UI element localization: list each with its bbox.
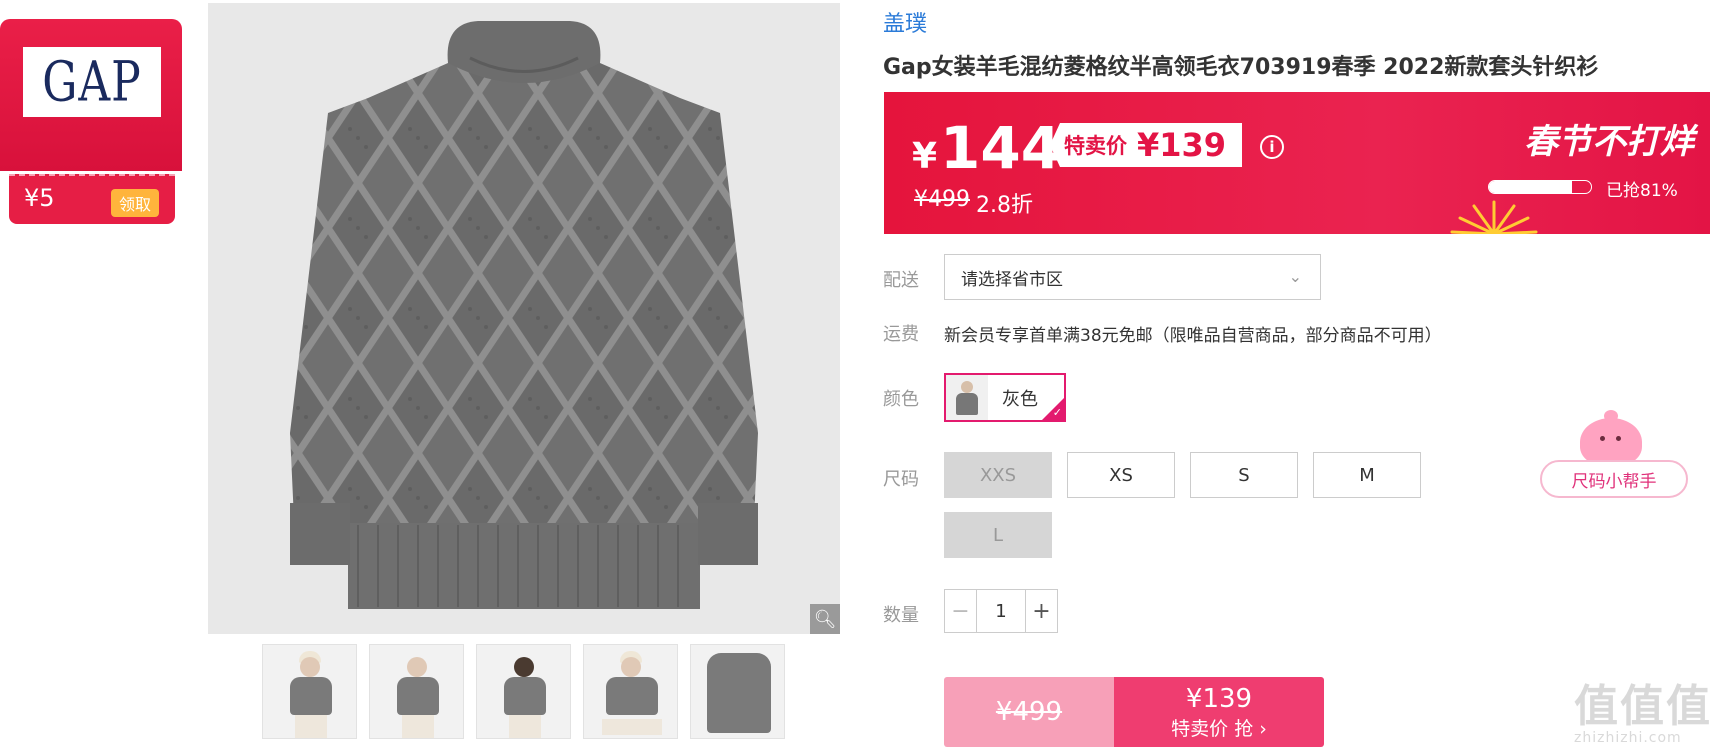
increase-quantity-button[interactable]: + (1025, 590, 1057, 632)
size-option-xxs[interactable]: XXS (944, 452, 1052, 498)
main-product-image[interactable]: 🔍︎ (208, 3, 840, 634)
buy-label: 特卖价 抢 › (1171, 717, 1267, 740)
special-price-value: ¥139 (1137, 126, 1227, 164)
decrease-quantity-button[interactable]: − (945, 590, 977, 632)
product-title: Gap女装羊毛混纺菱格纹半高领毛衣703919春季 2022新款套头针织衫 (883, 55, 1599, 80)
promo-title: 春节不打烊 (1524, 122, 1694, 162)
currency-symbol: ¥ (912, 136, 938, 177)
sold-percent-label: 已抢81% (1606, 181, 1678, 201)
zoom-icon[interactable]: 🔍︎ (810, 604, 840, 634)
special-price-tag: 特卖价 ¥139 (1050, 123, 1242, 167)
size-option-l[interactable]: L (944, 512, 1052, 558)
coupon-card[interactable]: GAP ¥5 领取 (0, 19, 182, 227)
thumbnail-2[interactable] (369, 644, 464, 739)
watermark-logo: 值值值 (1574, 681, 1712, 732)
shipping-info: 新会员专享首单满38元免邮（限唯品自营商品，部分商品不可用） (944, 326, 1442, 346)
coupon-footer: ¥5 领取 (9, 174, 175, 224)
mascot-icon (1580, 410, 1642, 466)
thumbnail-5[interactable] (690, 644, 785, 739)
thumbnail-1[interactable] (262, 644, 357, 739)
size-option-m[interactable]: M (1313, 452, 1421, 498)
sold-progress-fill (1489, 181, 1572, 193)
color-thumbnail (946, 375, 988, 420)
discount-label: 2.8折 (976, 193, 1033, 218)
coupon-header: GAP (0, 19, 182, 171)
color-label: 颜色 (883, 389, 919, 410)
region-select-value: 请选择省市区 (961, 269, 1063, 290)
watermark: 值值值 zhizhizhi.com (1574, 670, 1712, 746)
size-helper[interactable]: 尺码小帮手 (1540, 410, 1688, 500)
original-price: ¥499 (914, 187, 970, 212)
buy-now-action[interactable]: ¥139 特卖价 抢 › (1114, 677, 1324, 747)
thumbnail-3[interactable] (476, 644, 571, 739)
special-price-label: 特卖价 (1064, 134, 1127, 158)
quantity-stepper: − 1 + (944, 589, 1058, 633)
size-helper-button[interactable]: 尺码小帮手 (1540, 460, 1688, 498)
current-price: 144 (940, 114, 1062, 182)
sold-progress-bar (1488, 180, 1592, 194)
buy-button[interactable]: ¥499 ¥139 特卖价 抢 › (944, 677, 1324, 747)
shipping-label: 运费 (883, 324, 919, 345)
size-label: 尺码 (883, 469, 919, 490)
quantity-value[interactable]: 1 (977, 590, 1025, 632)
check-icon: ✓ (1052, 406, 1062, 419)
color-option-gray[interactable]: 灰色 ✓ (944, 373, 1066, 422)
thumbnail-4[interactable] (583, 644, 678, 739)
size-option-s[interactable]: S (1190, 452, 1298, 498)
buy-price: ¥139 (1185, 683, 1253, 714)
region-select[interactable]: 请选择省市区 ⌄ (944, 254, 1321, 300)
sweater-image (290, 21, 758, 609)
claim-coupon-button[interactable]: 领取 (110, 189, 159, 217)
quantity-label: 数量 (883, 605, 919, 626)
brand-logo: GAP (23, 47, 161, 117)
chevron-down-icon: ⌄ (1288, 267, 1302, 286)
brand-link[interactable]: 盖璞 (883, 6, 927, 38)
thumbnail-strip (262, 644, 785, 739)
info-icon[interactable]: i (1260, 135, 1284, 159)
buy-original-price: ¥499 (944, 677, 1114, 747)
delivery-label: 配送 (883, 270, 919, 291)
color-option-label: 灰色 (1002, 388, 1038, 410)
size-option-xs[interactable]: XS (1067, 452, 1175, 498)
coupon-amount: ¥5 (24, 184, 55, 212)
price-banner: ¥ 144 特卖价 ¥139 i ¥499 2.8折 春节不打烊 已抢81% (884, 92, 1710, 234)
